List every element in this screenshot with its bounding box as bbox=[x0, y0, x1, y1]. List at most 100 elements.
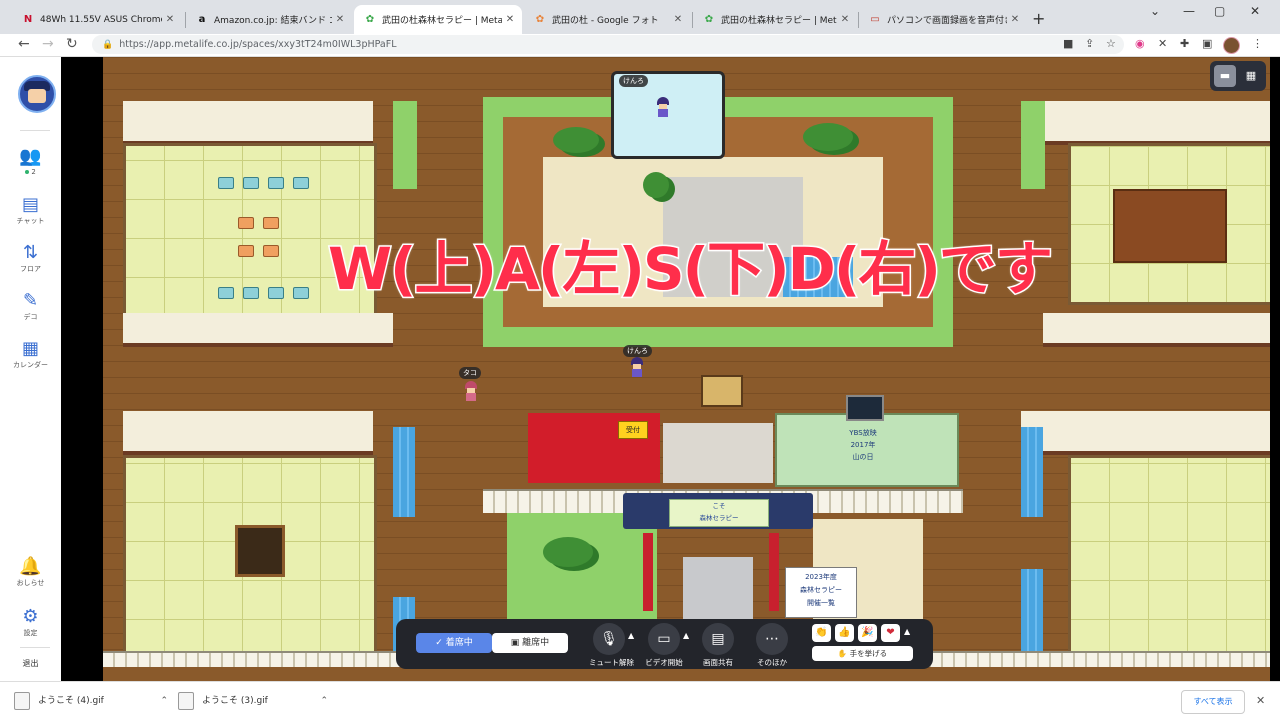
away-toggle[interactable]: ▣ 離席中 bbox=[492, 633, 568, 653]
clap-reaction-icon[interactable]: 👏 bbox=[812, 624, 831, 642]
tab-search-chevron-icon[interactable]: ⌄ bbox=[1150, 4, 1160, 18]
tab-favicon: ✿ bbox=[365, 14, 375, 25]
heart-reaction-icon[interactable]: ❤ bbox=[881, 624, 900, 642]
file-icon bbox=[14, 691, 30, 710]
browser-tab-active[interactable]: ✿ 武田の杜森林セラピー | MetaLife ✕ bbox=[354, 5, 522, 34]
cushion bbox=[293, 177, 309, 189]
tv-room-sign: YBS放映 2017年 山の日 bbox=[849, 429, 877, 461]
sidebar-item-floor[interactable]: ⇅ フロア bbox=[0, 243, 61, 274]
maximize-icon[interactable]: ▢ bbox=[1214, 4, 1225, 18]
unmute-button[interactable]: 🎙 ミュート解除 bbox=[589, 623, 634, 668]
extensions-puzzle-icon[interactable]: ✚ bbox=[1180, 37, 1189, 50]
close-tab-icon[interactable]: ✕ bbox=[502, 14, 518, 25]
sidebar-item-label: カレンダー bbox=[13, 361, 48, 369]
map-margin-right bbox=[1270, 57, 1280, 681]
member-count: 2 bbox=[31, 168, 36, 176]
extension-x-icon[interactable]: ✕ bbox=[1158, 37, 1167, 50]
app-sidebar: 👥 2 ▤ チャット ⇅ フロア ✎ デコ ▦ カレンダー 🔔 おしらせ ⚙ 設… bbox=[0, 57, 62, 681]
browser-tab[interactable]: ✿ 武田の杜 - Google フォト ✕ bbox=[524, 5, 690, 34]
tab-title: 武田の杜 - Google フォト bbox=[552, 16, 659, 26]
more-menu-icon[interactable]: ⋮ bbox=[1252, 37, 1263, 50]
screen-share-button[interactable]: ▤ 画面共有 bbox=[698, 623, 738, 668]
close-tab-icon[interactable]: ✕ bbox=[162, 14, 178, 25]
map-margin-left bbox=[61, 57, 103, 681]
new-tab-button[interactable]: + bbox=[1032, 9, 1045, 28]
chevron-up-icon[interactable]: ⌃ bbox=[320, 690, 328, 712]
address-bar[interactable]: 🔒 https://app.metalife.co.jp/spaces/xxy3t… bbox=[92, 35, 1124, 54]
back-icon[interactable]: ← bbox=[18, 36, 30, 52]
sidebar-item-label: フロア bbox=[20, 265, 41, 273]
browser-toolbar: ← → ↻ 🔒 https://app.metalife.co.jp/spaces… bbox=[0, 34, 1280, 57]
reload-icon[interactable]: ↻ bbox=[66, 36, 78, 52]
url-text: https://app.metalife.co.jp/spaces/xxy3tT… bbox=[119, 39, 397, 50]
close-window-icon[interactable]: ✕ bbox=[1250, 4, 1260, 18]
profile-avatar[interactable] bbox=[1223, 37, 1240, 54]
bookmark-star-icon[interactable]: ☆ bbox=[1106, 37, 1116, 50]
extension-color-icon[interactable]: ◉ bbox=[1135, 37, 1145, 50]
browser-tab[interactable]: N 48Wh 11.55V ASUS Chromebook ✕ bbox=[12, 5, 182, 34]
side-panel-icon[interactable]: ▣ bbox=[1202, 37, 1212, 50]
download-filename: ようこそ (3).gif bbox=[202, 696, 268, 706]
camera-icon[interactable]: ■ bbox=[1063, 37, 1073, 50]
browser-tab[interactable]: ▭ パソコンで画面録画を音声付きで行 ✕ bbox=[859, 5, 1027, 34]
close-tab-icon[interactable]: ✕ bbox=[837, 14, 853, 25]
forward-icon[interactable]: → bbox=[42, 36, 54, 52]
more-options-button[interactable]: ⋯ そのほか bbox=[752, 623, 792, 668]
cushion bbox=[238, 245, 254, 257]
sidebar-item-deco[interactable]: ✎ デコ bbox=[0, 291, 61, 322]
cushion bbox=[218, 287, 234, 299]
download-item[interactable]: ようこそ (4).gif ⌃ bbox=[14, 690, 168, 712]
user-avatar[interactable] bbox=[18, 75, 56, 113]
pine-tree bbox=[543, 537, 593, 567]
lock-icon: 🔒 bbox=[102, 40, 114, 50]
view-toggle: ▬ ▦ bbox=[1210, 61, 1266, 91]
water-channel bbox=[1021, 427, 1043, 517]
chevron-up-icon[interactable]: ▲ bbox=[904, 627, 910, 636]
seated-toggle[interactable]: ✓ 着席中 bbox=[416, 633, 492, 653]
filmstrip-view-icon[interactable]: ▬ bbox=[1214, 65, 1236, 87]
more-dots-icon: ⋯ bbox=[756, 623, 788, 655]
tab-title: 武田の杜森林セラピー | MetaLife bbox=[721, 16, 837, 26]
player-avatar[interactable] bbox=[629, 357, 645, 377]
garden-strip bbox=[393, 101, 417, 189]
cushion bbox=[238, 217, 254, 229]
gate-pillar bbox=[769, 533, 779, 611]
npc-name-badge: タコ bbox=[459, 367, 481, 379]
tv-screen bbox=[846, 395, 884, 421]
room-wall bbox=[123, 411, 373, 455]
player-avatar[interactable] bbox=[655, 97, 671, 117]
start-video-button[interactable]: ▭ ビデオ開始 bbox=[644, 623, 684, 668]
npc-avatar[interactable] bbox=[463, 381, 479, 401]
browser-tab[interactable]: ✿ 武田の杜森林セラピー | MetaLife ✕ bbox=[693, 5, 857, 34]
close-tab-icon[interactable]: ✕ bbox=[332, 14, 348, 25]
sidebar-item-settings[interactable]: ⚙ 設定 bbox=[0, 607, 61, 638]
thumbs-up-reaction-icon[interactable]: 👍 bbox=[835, 624, 854, 642]
painting-frame bbox=[701, 375, 743, 407]
minimize-icon[interactable]: — bbox=[1183, 4, 1195, 18]
raise-hand-button[interactable]: ✋ 手を挙げる bbox=[812, 646, 913, 661]
download-filename: ようこそ (4).gif bbox=[38, 696, 104, 706]
sidebar-item-notifications[interactable]: 🔔 おしらせ bbox=[0, 557, 61, 588]
download-item[interactable]: ようこそ (3).gif ⌃ bbox=[178, 690, 328, 712]
player-name-badge: けんろ bbox=[619, 75, 648, 87]
chevron-up-icon[interactable]: ⌃ bbox=[160, 690, 168, 712]
game-map[interactable]: けんろ けんろ タコ 受付 YBS放映 2017年 山の日 こそ 森林セラピー … bbox=[103, 57, 1270, 681]
sidebar-item-exit[interactable]: 退出 bbox=[0, 657, 61, 669]
chevron-up-icon[interactable]: ▲ bbox=[628, 631, 634, 640]
chevron-up-icon[interactable]: ▲ bbox=[683, 631, 689, 640]
close-tab-icon[interactable]: ✕ bbox=[1007, 14, 1023, 25]
sidebar-item-chat[interactable]: ▤ チャット bbox=[0, 195, 61, 226]
water-channel bbox=[393, 427, 415, 517]
sidebar-item-label: おしらせ bbox=[16, 579, 45, 587]
cushion bbox=[243, 177, 259, 189]
browser-tab[interactable]: a Amazon.co.jp: 結束バンド ゴムバン ✕ bbox=[186, 5, 352, 34]
grid-view-icon[interactable]: ▦ bbox=[1240, 65, 1262, 87]
share-icon[interactable]: ⇪ bbox=[1085, 37, 1094, 50]
sidebar-item-label: 設定 bbox=[23, 629, 38, 637]
close-download-bar-icon[interactable]: ✕ bbox=[1256, 694, 1265, 707]
show-all-downloads-button[interactable]: すべて表示 bbox=[1181, 690, 1245, 714]
party-reaction-icon[interactable]: 🎉 bbox=[858, 624, 877, 642]
close-tab-icon[interactable]: ✕ bbox=[670, 14, 686, 25]
sidebar-item-members[interactable]: 👥 2 bbox=[0, 147, 61, 177]
sidebar-item-calendar[interactable]: ▦ カレンダー bbox=[0, 339, 61, 370]
